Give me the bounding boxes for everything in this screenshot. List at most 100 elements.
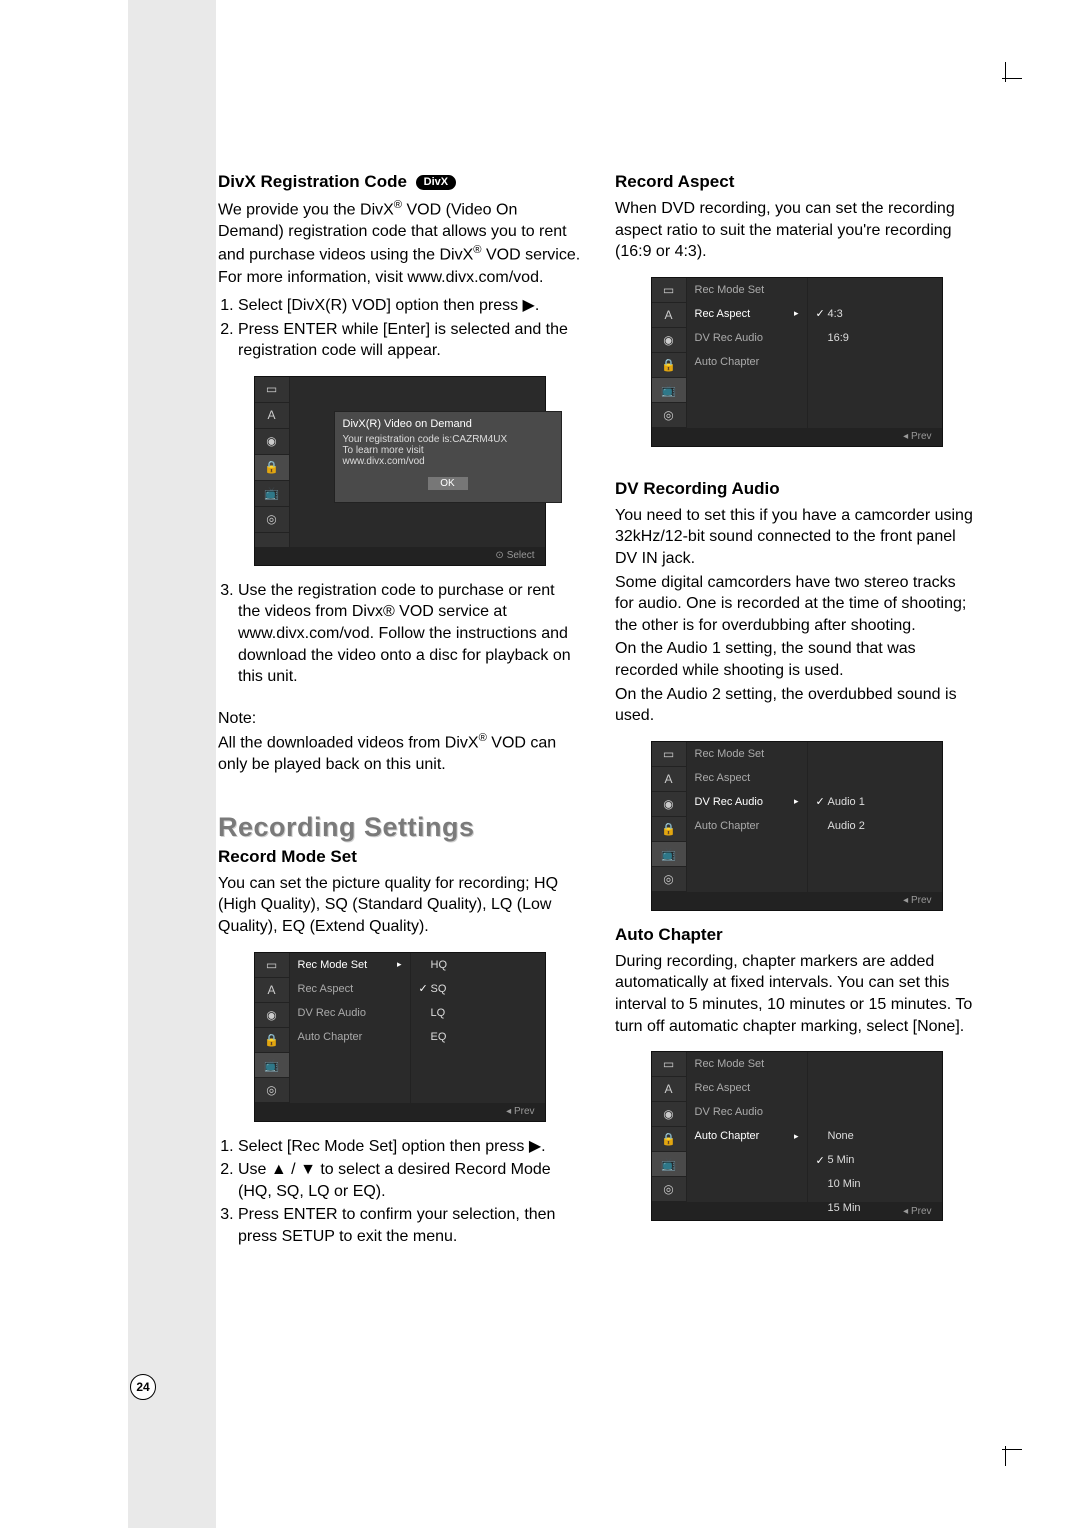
dvaudio-p2: Some digital camcorders have two stereo … [615,572,978,637]
osd-icon: ◎ [652,867,686,892]
osd-option[interactable] [808,1052,942,1076]
osd-icon: ◉ [652,792,686,817]
divx-popup-line: Your registration code is:CAZRM4UX [343,434,553,445]
record-mode-steps: Select [Rec Mode Set] option then press … [218,1136,581,1248]
osd-footer: ◂ Prev [652,892,942,910]
divx-steps-3: Use the registration code to purchase or… [218,580,581,688]
osd-menu-item[interactable]: Rec Mode Set [687,1052,807,1076]
autochapter-para: During recording, chapter markers are ad… [615,951,978,1037]
osd-menu-item[interactable]: Rec Aspect [687,766,807,790]
divx-popup-line: To learn more visit [343,445,553,456]
dvaudio-p4: On the Audio 2 setting, the overdubbed s… [615,684,978,727]
heading-record-mode-set: Record Mode Set [218,847,581,867]
osd-option[interactable]: ✓5 Min [808,1148,942,1172]
osd-options: ✓Audio 1 Audio 2 [808,742,942,892]
osd-option[interactable] [808,1076,942,1100]
osd-auto-chapter: ▭ A ◉ 🔒 📺 ◎ Rec Mode Set Rec Aspect DV R… [651,1051,943,1221]
osd-menu-list: Rec Mode Set Rec Aspect DV Rec Audio Aut… [687,1052,808,1202]
osd-menu-item[interactable]: Auto Chapter [687,350,807,374]
osd-divx-dialog: ▭ A ◉ 🔒 📺 ◎ DivX(R) Video on Demand Your… [254,376,546,566]
osd-icon: ▭ [255,953,289,978]
osd-option[interactable]: 16:9 [808,326,942,350]
osd-menu-item[interactable]: DV Rec Audio [687,790,807,814]
osd-option[interactable] [808,1100,942,1124]
osd-option[interactable]: ✓Audio 1 [808,790,942,814]
osd-icon: 📺 [652,1152,686,1177]
osd-menu-item[interactable]: Rec Aspect [687,302,807,326]
osd-option[interactable]: None [808,1124,942,1148]
record-mode-step-3: Press ENTER to confirm your selection, t… [238,1204,581,1247]
osd-icon: ◎ [652,403,686,428]
osd-icon: ▭ [652,1052,686,1077]
osd-menu-list: Rec Mode Set Rec Aspect DV Rec Audio Aut… [687,278,808,428]
divx-badge-icon: DivX [416,175,456,190]
osd-option[interactable]: Audio 2 [808,814,942,838]
reg-mark: ® [479,732,487,744]
osd-options: ✓4:3 16:9 [808,278,942,428]
reg-mark: ® [473,244,481,256]
osd-icon: ◉ [255,1003,289,1028]
osd-icon: ◉ [652,1102,686,1127]
osd-icon: A [652,1077,686,1102]
osd-icon: 📺 [652,378,686,403]
reg-mark: ® [394,199,402,211]
osd-options: None ✓5 Min 10 Min 15 Min [808,1052,942,1202]
record-mode-step-1: Select [Rec Mode Set] option then press … [238,1136,581,1158]
osd-footer: ◂ Prev [255,1103,545,1121]
osd-icon: ◉ [652,328,686,353]
heading-recording-settings: Recording Settings [218,812,581,843]
osd-icon-strip: ▭ A ◉ 🔒 📺 ◎ [652,278,687,428]
crop-mark-bottom-right [986,1430,1022,1466]
osd-option[interactable]: LQ [411,1001,545,1025]
osd-icon: 📺 [255,481,289,507]
divx-step-1: Select [DivX(R) VOD] option then press ▶… [238,295,581,317]
osd-icon: ▭ [652,278,686,303]
osd-icon: ◎ [255,507,289,533]
osd-menu-item[interactable]: Rec Aspect [687,1076,807,1100]
osd-icon-strip: ▭ A ◉ 🔒 📺 ◎ [255,953,290,1103]
osd-option[interactable] [808,742,942,766]
page-number: 24 [130,1374,156,1400]
osd-record-aspect: ▭ A ◉ 🔒 📺 ◎ Rec Mode Set Rec Aspect DV R… [651,277,943,447]
osd-menu-list: Rec Mode Set Rec Aspect DV Rec Audio Aut… [290,953,411,1103]
osd-options: HQ ✓SQ LQ EQ [411,953,545,1103]
osd-option[interactable]: ✓SQ [411,977,545,1001]
heading-divx-text: DivX Registration Code [218,172,407,191]
osd-icon: 📺 [652,842,686,867]
osd-icon: ▭ [255,377,289,403]
divx-popup-ok-button[interactable]: OK [428,477,468,490]
osd-icon: 🔒 [255,455,289,481]
osd-icon: A [255,403,289,429]
heading-divx-registration: DivX Registration Code DivX [218,172,581,192]
osd-menu-item[interactable]: DV Rec Audio [687,1100,807,1124]
osd-icon: ◎ [652,1177,686,1202]
osd-menu-item[interactable]: Auto Chapter [290,1025,410,1049]
osd-icon: ◎ [255,1078,289,1103]
crop-mark-top-right [986,62,1022,98]
divx-para-1: We provide you the DivX® VOD (Video On D… [218,198,581,265]
osd-menu-item[interactable]: DV Rec Audio [687,326,807,350]
osd-menu-item[interactable]: Auto Chapter [687,814,807,838]
osd-menu-item[interactable]: DV Rec Audio [290,1001,410,1025]
osd-menu-item[interactable]: Rec Mode Set [687,278,807,302]
osd-menu-item[interactable]: Rec Mode Set [687,742,807,766]
osd-menu-item[interactable]: Rec Mode Set [290,953,410,977]
osd-footer: ◂ Prev [652,428,942,446]
osd-menu-item[interactable]: Auto Chapter [687,1124,807,1148]
osd-menu-item[interactable]: Rec Aspect [290,977,410,1001]
heading-dv-recording-audio: DV Recording Audio [615,479,978,499]
osd-menu-list: Rec Mode Set Rec Aspect DV Rec Audio Aut… [687,742,808,892]
osd-option[interactable] [808,766,942,790]
osd-icon: 🔒 [652,1127,686,1152]
osd-icon-strip: ▭ A ◉ 🔒 📺 ◎ [652,742,687,892]
osd-icon: A [255,978,289,1003]
osd-option[interactable] [808,278,942,302]
osd-icon: ◉ [255,429,289,455]
divx-step-3: Use the registration code to purchase or… [238,580,581,688]
osd-option[interactable]: 10 Min [808,1172,942,1196]
osd-option[interactable]: EQ [411,1025,545,1049]
osd-option[interactable]: ✓4:3 [808,302,942,326]
osd-option[interactable]: HQ [411,953,545,977]
osd-icon: A [652,303,686,328]
heading-record-aspect: Record Aspect [615,172,978,192]
